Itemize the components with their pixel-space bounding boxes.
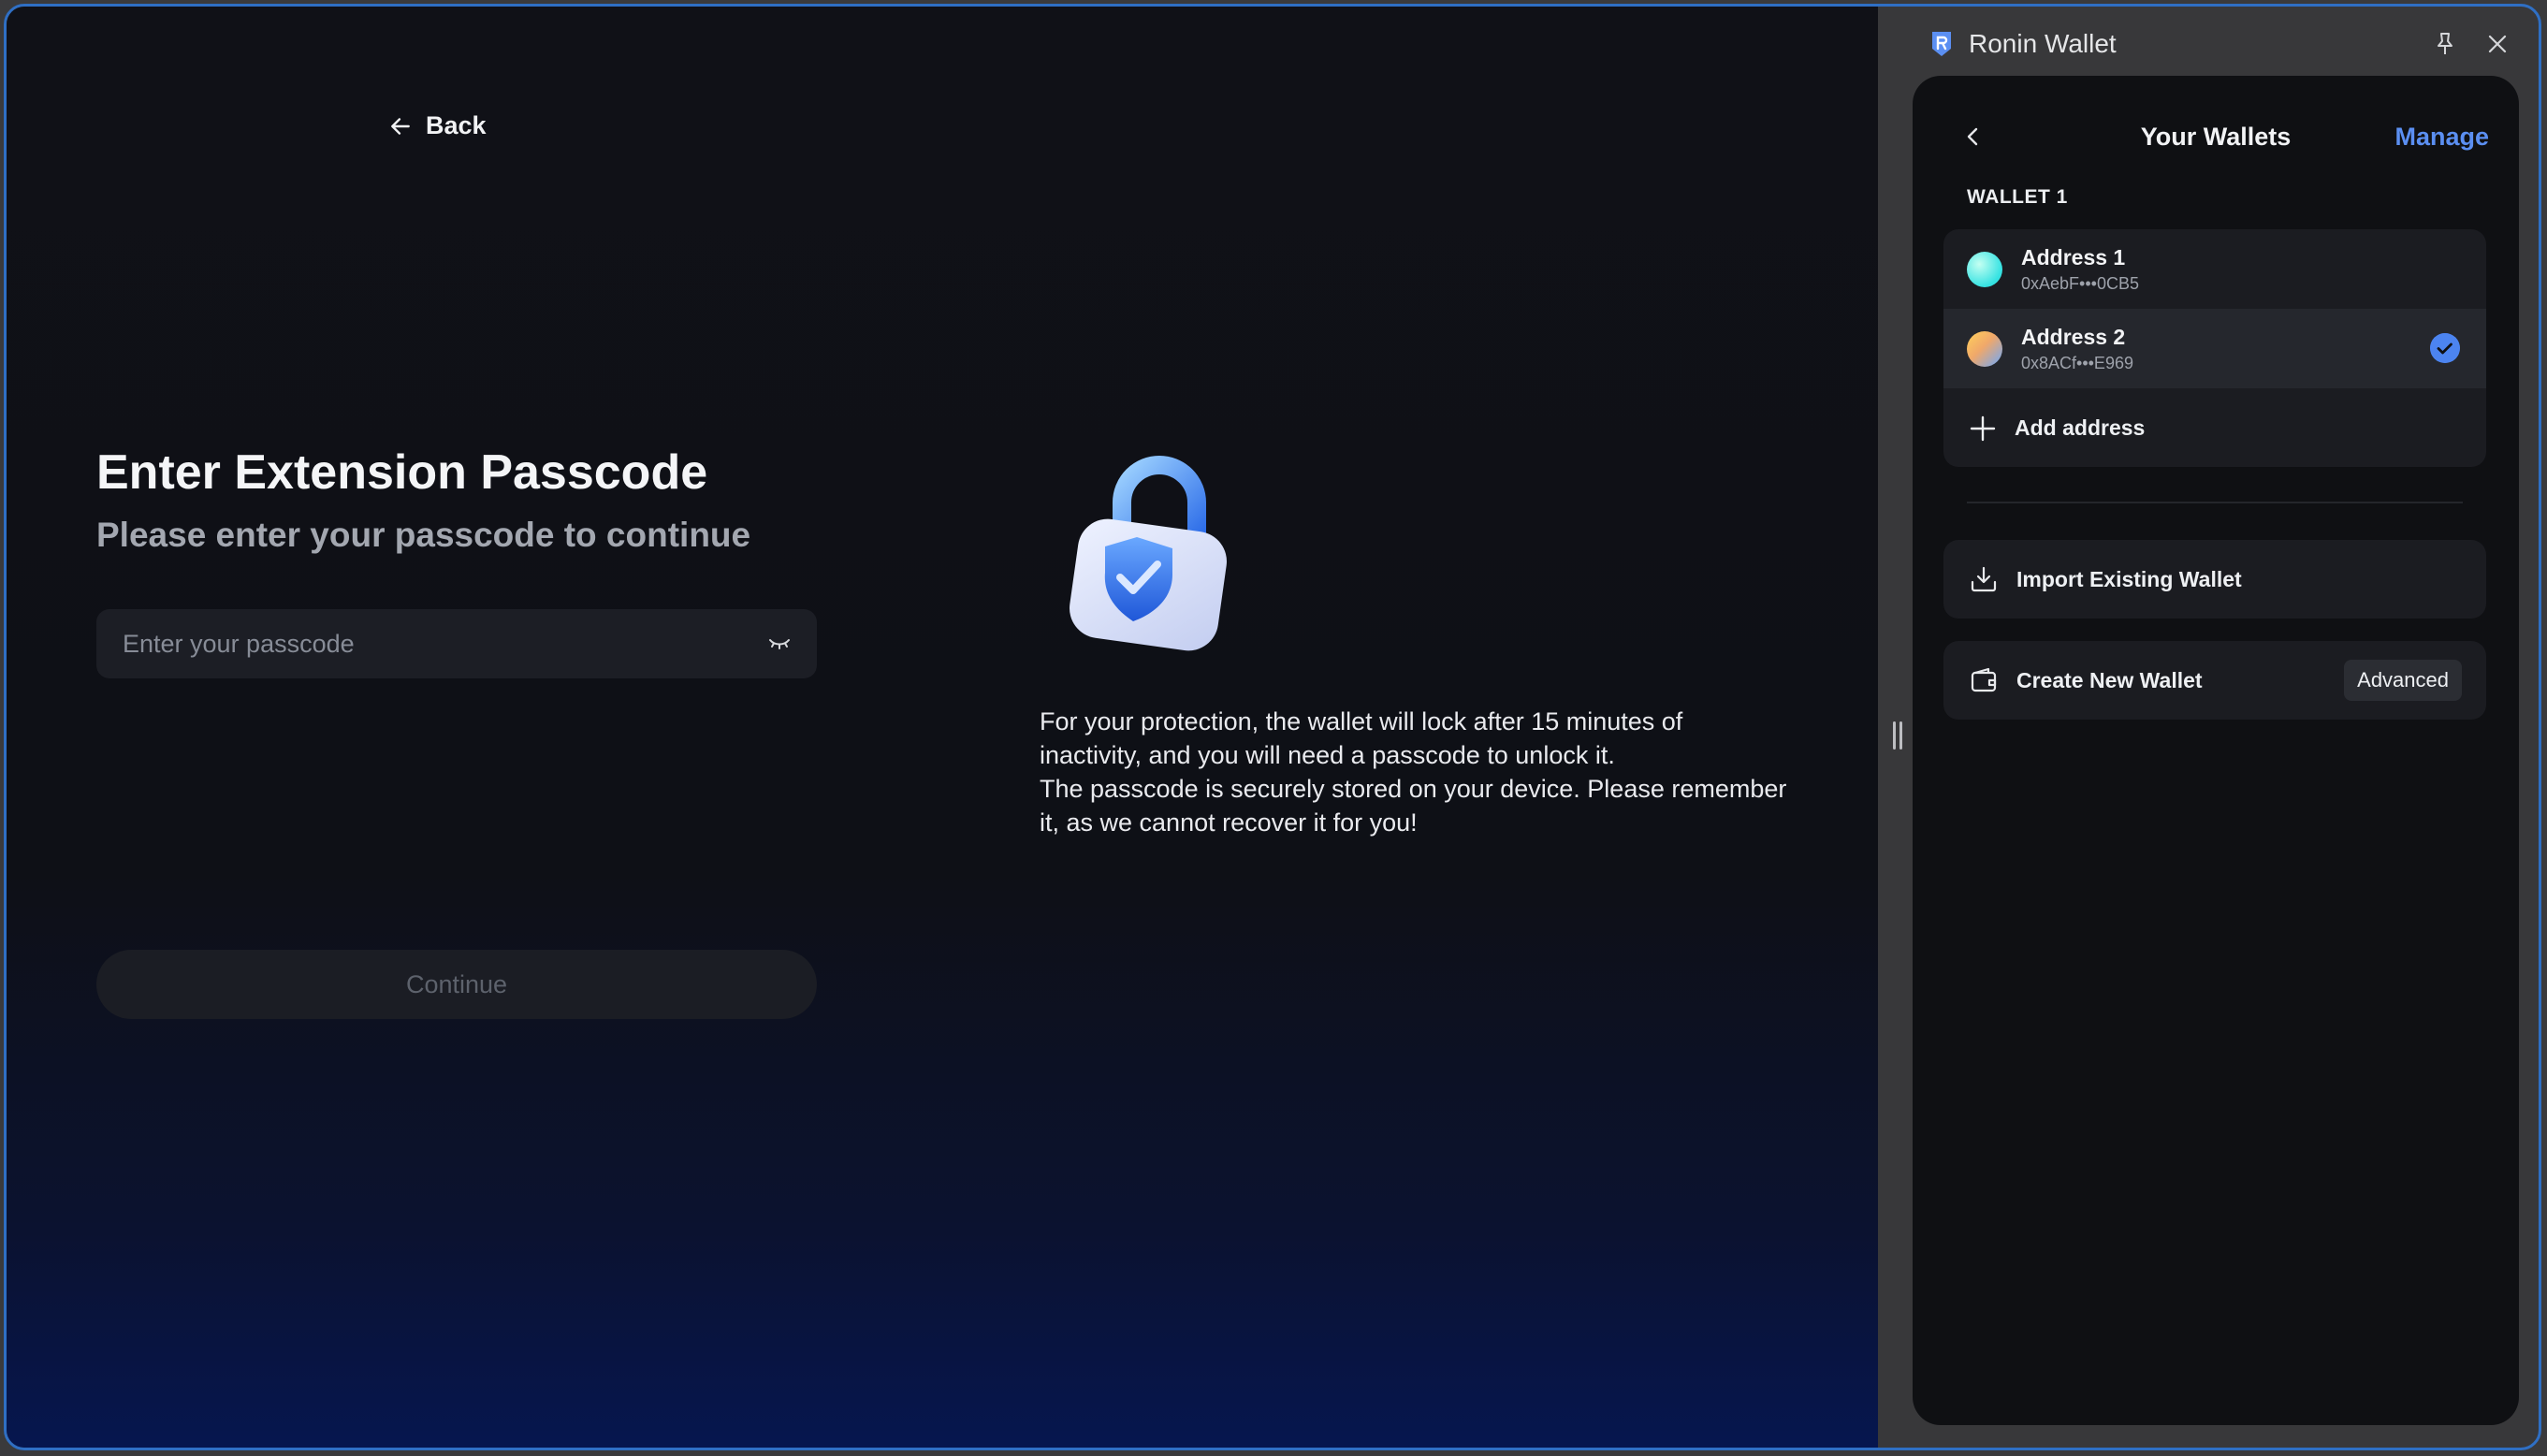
back-label: Back [426, 111, 487, 139]
page-title: Enter Extension Passcode [96, 445, 708, 500]
extension-titlebar: Ronin Wallet [1887, 20, 2539, 68]
address-name: Address 1 [2021, 244, 2126, 269]
avatar [1967, 330, 2002, 367]
add-address-button[interactable]: Add address [1943, 388, 2486, 467]
advanced-button[interactable]: Advanced [2344, 660, 2462, 701]
close-icon[interactable] [2486, 33, 2509, 55]
back-button[interactable]: Back [388, 111, 487, 140]
info-line: For your protection, the wallet will loc… [1040, 707, 1683, 769]
eye-closed-icon[interactable] [766, 634, 793, 653]
download-icon [1971, 566, 1997, 592]
create-wallet-button[interactable]: Create New Wallet Advanced [1943, 641, 2486, 720]
app-window: Back Enter Extension Passcode Please ent… [4, 4, 2541, 1450]
continue-button[interactable]: Continue [96, 950, 817, 1019]
create-label: Create New Wallet [2016, 667, 2203, 692]
arrow-left-icon [391, 117, 410, 135]
plus-icon [1970, 415, 1996, 441]
divider [1967, 502, 2463, 503]
resize-handle[interactable] [1893, 721, 1902, 750]
main-area: Back Enter Extension Passcode Please ent… [7, 7, 1878, 1448]
address-name: Address 2 [2021, 324, 2126, 349]
address-item-2[interactable]: Address 2 0x8ACf•••E969 [1943, 309, 2486, 388]
address-short: 0xAebF•••0CB5 [2021, 273, 2139, 293]
app-title: Ronin Wallet [1969, 29, 2117, 58]
wallet-label: WALLET 1 [1967, 186, 2068, 208]
wallet-icon [1971, 667, 1997, 692]
ronin-logo-icon [1932, 32, 1951, 56]
manage-button[interactable]: Manage [2394, 123, 2489, 152]
passcode-field[interactable] [96, 609, 817, 678]
address-list: Address 1 0xAebF•••0CB5 Address 2 0x8ACf… [1943, 229, 2486, 467]
lock-shield-icon [1070, 456, 1227, 651]
panel-header: Your Wallets Manage [1913, 117, 2519, 158]
avatar [1967, 251, 2002, 287]
import-label: Import Existing Wallet [2016, 566, 2242, 591]
info-line: The passcode is securely stored on your … [1040, 775, 1787, 837]
wallets-panel: Your Wallets Manage WALLET 1 Address 1 0… [1913, 76, 2519, 1425]
pin-icon[interactable] [2434, 31, 2456, 57]
import-wallet-button[interactable]: Import Existing Wallet [1943, 540, 2486, 619]
protection-info: For your protection, the wallet will loc… [1040, 705, 1788, 839]
address-short: 0x8ACf•••E969 [2021, 353, 2133, 372]
address-item-1[interactable]: Address 1 0xAebF•••0CB5 [1943, 229, 2486, 309]
checkmark-icon [2430, 333, 2460, 363]
page-subtitle: Please enter your passcode to continue [96, 516, 751, 554]
chevron-left-icon[interactable] [1964, 126, 1981, 147]
add-address-label: Add address [2015, 415, 2146, 440]
passcode-input[interactable] [121, 628, 766, 660]
